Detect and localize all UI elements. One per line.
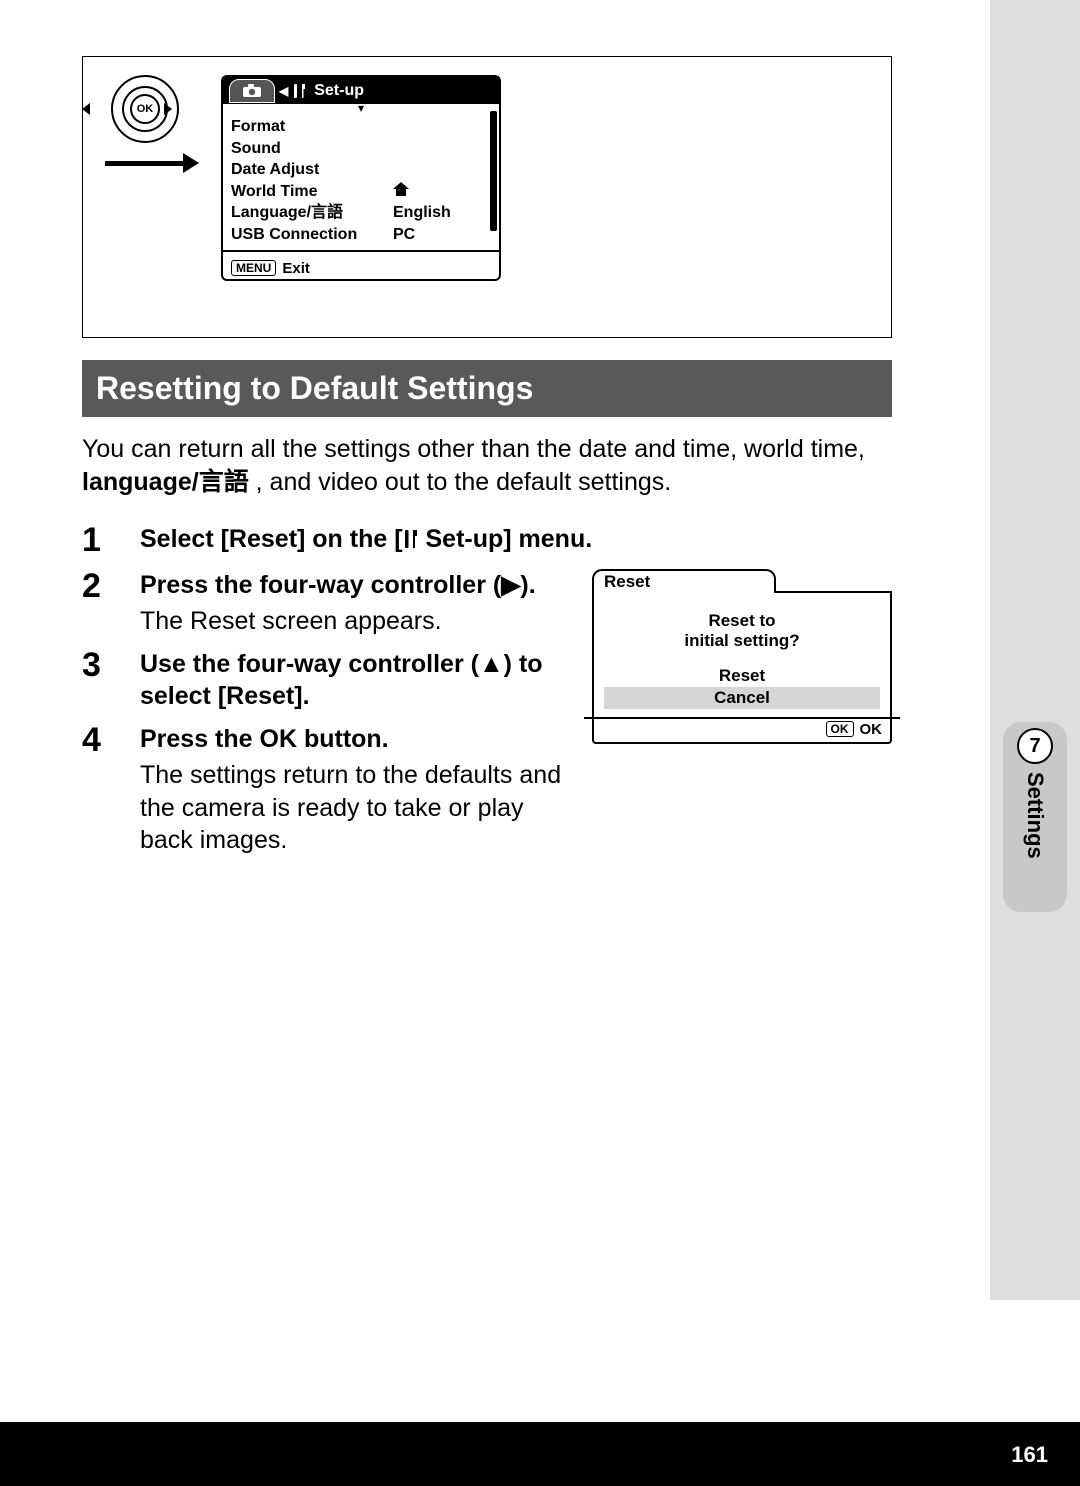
step-1-heading: Select [Reset] on the [ Set-up] menu.: [140, 523, 892, 556]
chapter-number: 7: [1017, 728, 1053, 764]
menu-item-language: Language/言語 English: [231, 202, 491, 224]
triangle-left-icon: ◀: [279, 84, 288, 98]
scroll-down-icon: ▾: [223, 104, 499, 114]
step-2-4-block: 2 Press the four-way controller (▶). The…: [82, 569, 892, 857]
step-4-heading: Press the OK button.: [140, 723, 572, 756]
ok-button-label: OK: [130, 94, 160, 124]
language-value: English: [393, 202, 451, 224]
home-icon: [393, 181, 409, 203]
menu-item-format: Format: [231, 116, 491, 138]
step-1: 1 Select [Reset] on the [ Set-up] menu.: [82, 523, 892, 559]
camera-tab-icon: [229, 79, 275, 103]
menu-tab-bar: ◀ Set-up: [223, 77, 499, 104]
setup-menu-screen: ◀ Set-up ▾ Format Sound Date Adjust: [221, 75, 501, 281]
setup-tab-title: Set-up: [314, 82, 364, 100]
reset-screen: Reset Reset to initial setting? Reset Ca…: [592, 569, 892, 744]
step-3: 3 Use the four-way controller (▲) to sel…: [82, 648, 572, 713]
step-2-heading: Press the four-way controller (▶).: [140, 569, 572, 602]
reset-option-cancel: Cancel: [604, 687, 880, 709]
right-margin-stripe: [990, 0, 1080, 1300]
reset-question-1: Reset to: [604, 611, 880, 631]
page-number: 161: [1011, 1442, 1048, 1468]
scrollbar-icon: [490, 111, 497, 231]
menu-exit-row: MENU Exit: [223, 258, 499, 279]
chapter-tab: 7 Settings: [1003, 722, 1067, 912]
menu-item-date-adjust: Date Adjust: [231, 159, 491, 181]
figure-setup-menu: OK ◀: [82, 56, 892, 338]
intro-paragraph: You can return all the settings other th…: [82, 433, 892, 498]
step-4: 4 Press the OK button. The settings retu…: [82, 723, 572, 857]
reset-ok-row: OK OK: [594, 721, 890, 742]
arrow-right-icon: [105, 153, 199, 173]
step-3-heading: Use the four-way controller (▲) to selec…: [140, 648, 572, 713]
menu-item-sound: Sound: [231, 138, 491, 160]
menu-badge: MENU: [231, 260, 276, 276]
menu-item-world-time: World Time: [231, 181, 491, 203]
step-4-desc: The settings return to the defaults and …: [140, 759, 572, 857]
tools-icon: [292, 83, 308, 99]
ok-badge: OK: [826, 721, 854, 737]
usb-value: PC: [393, 224, 415, 246]
page: 7 Settings 161 OK: [0, 0, 1080, 1486]
tools-icon: [403, 529, 419, 549]
content-area: OK ◀: [82, 56, 892, 867]
step-2: 2 Press the four-way controller (▶). The…: [82, 569, 572, 638]
reset-question-2: initial setting?: [604, 631, 880, 651]
step-2-desc: The Reset screen appears.: [140, 605, 572, 638]
four-way-controller-diagram: OK: [105, 75, 199, 173]
ok-label: OK: [860, 721, 883, 738]
section-heading: Resetting to Default Settings: [82, 360, 892, 417]
reset-option-reset: Reset: [604, 665, 880, 687]
page-footer: 161: [0, 1422, 1080, 1486]
reset-tab-label: Reset: [592, 569, 776, 593]
chapter-label: Settings: [1022, 772, 1048, 859]
menu-item-usb: USB Connection PC: [231, 224, 491, 246]
exit-label: Exit: [282, 260, 310, 277]
